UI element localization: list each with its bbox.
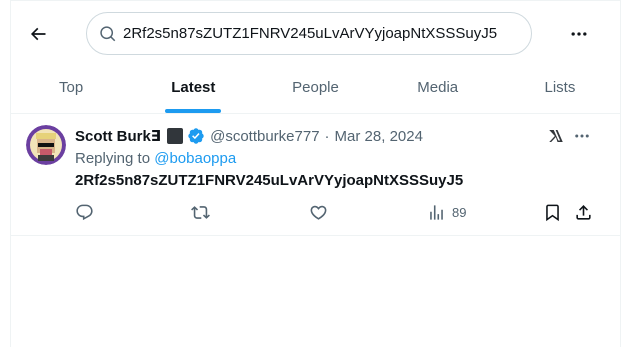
tab-latest[interactable]: Latest <box>132 62 254 113</box>
grok-button[interactable] <box>546 126 566 146</box>
tweet-more-button[interactable] <box>572 126 592 146</box>
tab-top[interactable]: Top <box>10 62 132 113</box>
tweet-header: Scott Burk∃ @scottburke777 · Mar 28, 202… <box>75 126 423 146</box>
share-icon <box>576 204 591 220</box>
display-name[interactable]: Scott Burk∃ <box>75 127 161 145</box>
separator: · <box>324 127 330 145</box>
replying-prefix: Replying to <box>75 150 151 167</box>
tweet-handle[interactable]: @scottburke777 <box>210 128 319 145</box>
top-divider <box>10 0 621 1</box>
back-arrow-icon <box>30 27 46 41</box>
search-query: 2Rf2s5n87sZUTZ1FNRV245uLvArVYyjoapNtXSSS… <box>123 25 498 42</box>
retweet-icon <box>191 205 210 219</box>
avatar[interactable] <box>26 125 66 165</box>
search-tabs: Top Latest People Media Lists <box>10 62 621 114</box>
reply-icon <box>76 204 93 220</box>
reply-button[interactable] <box>75 202 94 222</box>
more-options-button[interactable] <box>562 17 596 51</box>
tab-media[interactable]: Media <box>377 62 499 113</box>
search-icon <box>99 25 117 43</box>
tab-label: Latest <box>171 79 216 96</box>
share-button[interactable] <box>574 202 593 222</box>
grok-icon <box>549 130 563 142</box>
more-icon <box>571 32 587 36</box>
verified-badge-icon <box>187 127 205 145</box>
tab-people[interactable]: People <box>254 62 376 113</box>
like-icon <box>310 205 327 220</box>
search-input[interactable]: 2Rf2s5n87sZUTZ1FNRV245uLvArVYyjoapNtXSSS… <box>86 12 532 55</box>
tab-label: Lists <box>544 79 576 96</box>
views-icon <box>430 204 443 220</box>
tab-label: Media <box>417 79 459 96</box>
back-button[interactable] <box>21 17 55 51</box>
bookmark-button[interactable] <box>543 202 562 222</box>
tab-lists[interactable]: Lists <box>499 62 621 113</box>
tweet-text: 2Rf2s5n87sZUTZ1FNRV245uLvArVYyjoapNtXSSS… <box>75 172 464 189</box>
tab-label: Top <box>59 79 84 96</box>
name-emoji-square <box>167 128 184 144</box>
like-button[interactable] <box>309 202 328 222</box>
more-icon <box>575 134 589 138</box>
tweet[interactable]: Scott Burk∃ @scottburke777 · Mar 28, 202… <box>10 113 621 236</box>
tweet-date[interactable]: Mar 28, 2024 <box>335 128 423 145</box>
replying-to: Replying to @bobaoppa <box>75 150 236 167</box>
tab-label: People <box>292 79 339 96</box>
views-count: 89 <box>452 204 467 220</box>
replying-handle[interactable]: @bobaoppa <box>154 150 236 167</box>
bookmark-icon <box>546 204 559 221</box>
views-button[interactable]: 89 <box>427 202 466 222</box>
retweet-button[interactable] <box>191 202 210 222</box>
